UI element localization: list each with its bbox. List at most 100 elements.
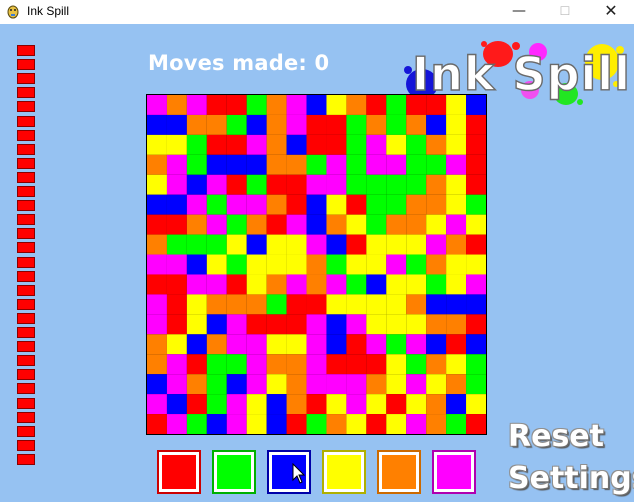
- board-cell: [246, 374, 267, 395]
- board-cell: [246, 394, 267, 415]
- board-cell: [186, 194, 207, 215]
- board-cell: [346, 95, 367, 115]
- board-cell: [426, 354, 447, 375]
- board-cell: [326, 254, 347, 275]
- board-cell: [246, 214, 267, 235]
- board-cell: [147, 374, 167, 395]
- close-button[interactable]: ✕: [588, 0, 634, 24]
- board-cell: [306, 214, 327, 235]
- reset-button[interactable]: Reset: [508, 419, 604, 454]
- board-cell: [326, 114, 347, 135]
- board-cell: [186, 374, 207, 395]
- color-button-yellow[interactable]: [322, 450, 366, 494]
- color-swatch-yellow: [327, 455, 361, 489]
- board-cell: [326, 214, 347, 235]
- board-cell: [386, 414, 407, 434]
- board-cell: [246, 354, 267, 375]
- board-cell: [206, 354, 227, 375]
- board-cell: [206, 214, 227, 235]
- board-cell: [346, 254, 367, 275]
- life-box: [17, 45, 35, 56]
- board-cell: [426, 374, 447, 395]
- board-cell: [266, 95, 287, 115]
- board-cell: [286, 274, 307, 295]
- board-cell: [246, 174, 267, 195]
- board-cell: [286, 174, 307, 195]
- board-cell: [226, 114, 247, 135]
- board-cell: [366, 254, 387, 275]
- board-cell: [266, 314, 287, 335]
- board-cell: [466, 394, 486, 415]
- board-cell: [366, 214, 387, 235]
- logo-text: Ink Spill: [412, 47, 628, 101]
- board-cell: [186, 114, 207, 135]
- life-box: [17, 369, 35, 381]
- minimize-button[interactable]: —: [496, 0, 542, 24]
- board-cell: [446, 394, 467, 415]
- life-box: [17, 341, 35, 353]
- board-cell: [466, 114, 486, 135]
- board-cell: [166, 334, 187, 355]
- board-cell: [466, 294, 486, 315]
- board-cell: [186, 354, 207, 375]
- board-cell: [166, 194, 187, 215]
- board-cell: [286, 374, 307, 395]
- color-swatch-orange: [382, 455, 416, 489]
- board-cell: [446, 154, 467, 175]
- board-cell: [346, 274, 367, 295]
- moves-count: 0: [314, 51, 330, 75]
- board-cell: [326, 274, 347, 295]
- board-cell: [446, 354, 467, 375]
- board-cell: [306, 354, 327, 375]
- board-cell: [406, 134, 427, 155]
- color-button-magenta[interactable]: [432, 450, 476, 494]
- board-cell: [426, 214, 447, 235]
- board-cell: [346, 174, 367, 195]
- board-cell: [166, 95, 187, 115]
- board-cell: [226, 95, 247, 115]
- game-area: Moves made: 0 Ink Spill Reset Settings: [0, 24, 634, 502]
- board-cell: [306, 414, 327, 434]
- board-cell: [346, 374, 367, 395]
- life-box: [17, 214, 35, 226]
- board-cell: [366, 414, 387, 434]
- board-cell: [186, 274, 207, 295]
- window-title: Ink Spill: [27, 4, 70, 18]
- board-cell: [446, 194, 467, 215]
- board-cell: [386, 214, 407, 235]
- board-cell: [206, 154, 227, 175]
- board-cell: [166, 274, 187, 295]
- board-cell: [306, 394, 327, 415]
- settings-button[interactable]: Settings: [508, 461, 634, 496]
- board-cell: [147, 294, 167, 315]
- color-button-green[interactable]: [212, 450, 256, 494]
- board-cell: [226, 214, 247, 235]
- color-button-red[interactable]: [157, 450, 201, 494]
- board-cell: [206, 414, 227, 434]
- board-cell: [446, 274, 467, 295]
- board-cell: [147, 154, 167, 175]
- board-cell: [426, 174, 447, 195]
- board-cell: [426, 134, 447, 155]
- board-cell: [266, 274, 287, 295]
- board-cell: [286, 354, 307, 375]
- board-cell: [446, 374, 467, 395]
- board-cell: [386, 134, 407, 155]
- board-cell: [346, 314, 367, 335]
- color-button-orange[interactable]: [377, 450, 421, 494]
- board-cell: [186, 254, 207, 275]
- board-cell: [386, 234, 407, 255]
- board-cell: [206, 174, 227, 195]
- board-cell: [466, 314, 486, 335]
- board-cell: [147, 214, 167, 235]
- life-box: [17, 129, 35, 141]
- life-box: [17, 425, 35, 437]
- life-box: [17, 270, 35, 282]
- color-swatch-magenta: [437, 455, 471, 489]
- board-cell: [306, 95, 327, 115]
- board-cell: [286, 214, 307, 235]
- board-cell: [266, 114, 287, 135]
- board-cell: [426, 254, 447, 275]
- maximize-button[interactable]: ☐: [542, 0, 588, 24]
- board-cell: [326, 374, 347, 395]
